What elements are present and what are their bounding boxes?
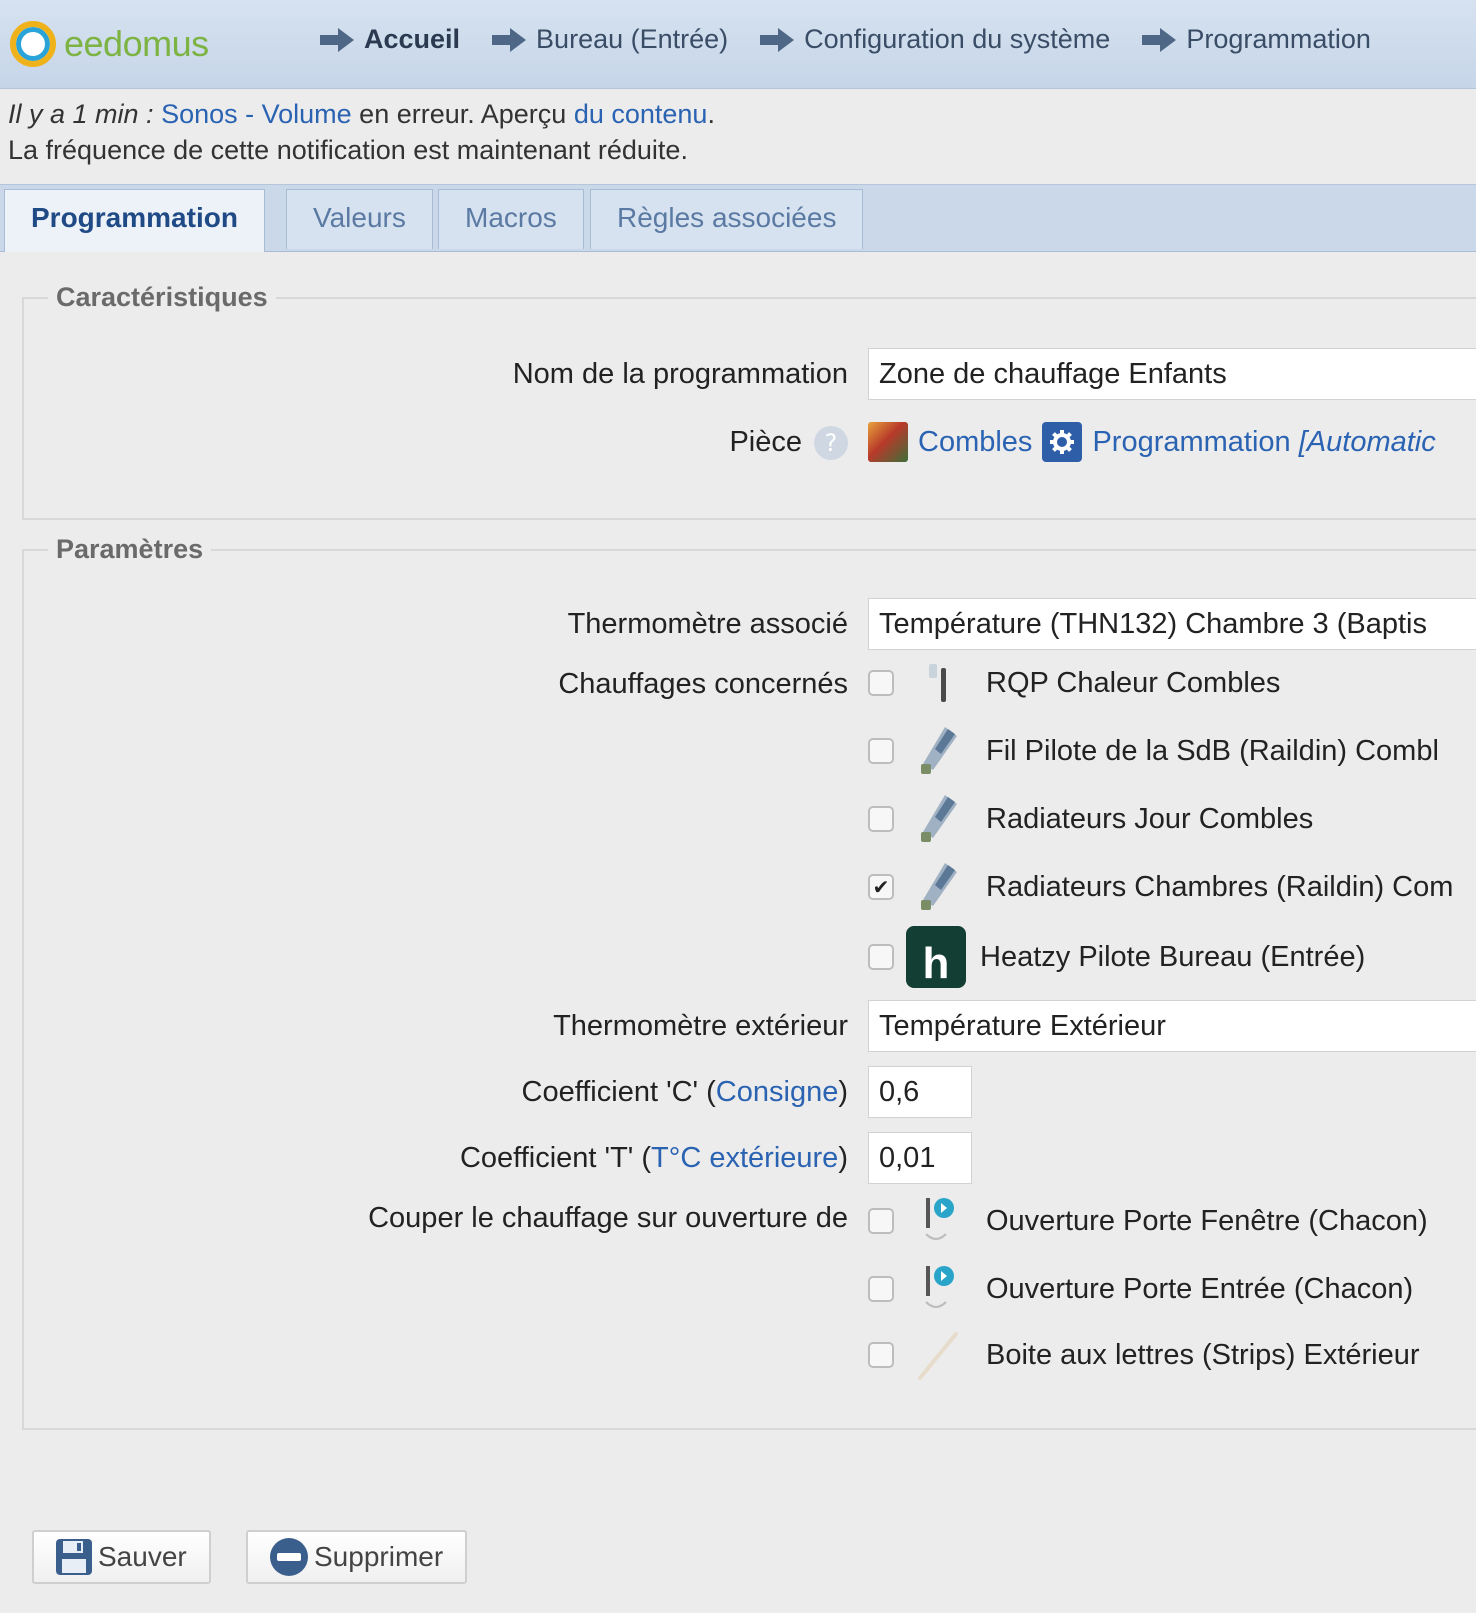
save-button[interactable]: Sauver bbox=[32, 1530, 211, 1584]
coef-c-input[interactable]: 0,6 bbox=[868, 1066, 972, 1118]
heater-option[interactable]: Fil Pilote de la SdB (Raildin) Combl bbox=[868, 724, 1439, 778]
heater-option[interactable]: RQP Chaleur Combles bbox=[868, 656, 1280, 710]
coef-t-input[interactable]: 0,01 bbox=[868, 1132, 972, 1184]
notification-status: en erreur. Aperçu bbox=[351, 99, 574, 129]
room-link[interactable]: Combles bbox=[918, 426, 1032, 459]
fil-pilote-icon bbox=[914, 792, 962, 846]
ext-thermometer-select[interactable]: Température Extérieur bbox=[868, 1000, 1476, 1052]
heater-option[interactable]: h Heatzy Pilote Bureau (Entrée) bbox=[868, 926, 1365, 988]
opening-option[interactable]: Boite aux lettres (Strips) Extérieur bbox=[868, 1328, 1420, 1382]
breadcrumb-item-configuration[interactable]: Configuration du système bbox=[758, 24, 1110, 55]
door-sensor-icon bbox=[914, 1194, 962, 1248]
heater-checkbox[interactable] bbox=[868, 670, 894, 696]
tab-bar: Programmation Valeurs Macros Règles asso… bbox=[0, 184, 1476, 253]
notification-message: Il y a 1 min : Sonos - Volume en erreur.… bbox=[8, 96, 715, 168]
minus-circle-icon bbox=[270, 1538, 308, 1576]
save-button-label: Sauver bbox=[98, 1541, 187, 1572]
caracteristiques-legend: Caractéristiques bbox=[56, 282, 268, 312]
logo-ring-icon bbox=[10, 21, 56, 67]
heater-option[interactable]: ✔ Radiateurs Chambres (Raildin) Com bbox=[868, 860, 1453, 914]
opening-checkbox[interactable] bbox=[868, 1276, 894, 1302]
notification-content-link[interactable]: du contenu bbox=[574, 99, 708, 129]
notification-device-link[interactable]: Sonos - Volume bbox=[161, 99, 352, 129]
program-name-input[interactable]: Zone de chauffage Enfants bbox=[868, 348, 1476, 400]
opening-label: Boite aux lettres (Strips) Extérieur bbox=[986, 1338, 1420, 1371]
room-type-link[interactable]: Programmation [Automatic bbox=[1092, 426, 1435, 459]
logo-text: eedomus bbox=[64, 23, 209, 64]
delete-button[interactable]: Supprimer bbox=[246, 1530, 468, 1584]
heaters-label: Chauffages concernés bbox=[558, 668, 848, 700]
door-sensor-icon bbox=[914, 1262, 962, 1316]
arrow-right-icon bbox=[1140, 27, 1178, 53]
notification-line-2: La fréquence de cette notification est m… bbox=[8, 135, 688, 165]
arrow-right-icon bbox=[318, 27, 356, 53]
parametres-legend: Paramètres bbox=[56, 534, 204, 564]
breadcrumb-item-programmation[interactable]: Programmation bbox=[1140, 24, 1371, 55]
ext-thermometer-label: Thermomètre extérieur bbox=[553, 1010, 848, 1042]
floppy-disk-icon bbox=[56, 1539, 92, 1575]
delete-button-label: Supprimer bbox=[314, 1541, 444, 1572]
heater-label: Radiateurs Jour Combles bbox=[986, 802, 1314, 835]
heater-checkbox[interactable] bbox=[868, 944, 894, 970]
temp-ext-link[interactable]: T°C extérieure bbox=[651, 1142, 838, 1174]
heater-option[interactable]: Radiateurs Jour Combles bbox=[868, 792, 1313, 846]
caracteristiques-section: Caractéristiques bbox=[22, 282, 1476, 520]
fil-pilote-icon bbox=[914, 724, 962, 778]
main-content: Caractéristiques Nom de la programmation… bbox=[0, 252, 1476, 1613]
breadcrumb-item-bureau[interactable]: Bureau (Entrée) bbox=[490, 24, 728, 55]
opening-label: Ouverture Porte Entrée (Chacon) bbox=[986, 1272, 1414, 1305]
tab-macros[interactable]: Macros bbox=[438, 189, 584, 249]
fil-pilote-icon bbox=[914, 860, 962, 914]
opening-option[interactable]: Ouverture Porte Entrée (Chacon) bbox=[868, 1262, 1413, 1316]
heater-checkbox[interactable] bbox=[868, 806, 894, 832]
strips-sensor-icon bbox=[914, 1328, 962, 1382]
coef-c-label: Coefficient 'C' (Consigne) bbox=[521, 1076, 848, 1108]
opening-option[interactable]: Ouverture Porte Fenêtre (Chacon) bbox=[868, 1194, 1428, 1248]
room-label: Pièce? bbox=[729, 426, 848, 461]
breadcrumb: Accueil Bureau (Entrée) Configuration du… bbox=[318, 24, 1401, 55]
arrow-right-icon bbox=[758, 27, 796, 53]
heater-label: RQP Chaleur Combles bbox=[986, 666, 1281, 699]
tab-regles-associees[interactable]: Règles associées bbox=[590, 189, 864, 249]
notification-time: Il y a 1 min : bbox=[8, 99, 154, 129]
heater-checkbox-checked[interactable]: ✔ bbox=[868, 874, 894, 900]
thermometer-select[interactable]: Température (THN132) Chambre 3 (Baptis bbox=[868, 598, 1476, 650]
heater-label: Radiateurs Chambres (Raildin) Com bbox=[986, 870, 1454, 903]
notification-line-1: Il y a 1 min : Sonos - Volume en erreur.… bbox=[8, 99, 715, 129]
arrow-right-icon bbox=[490, 27, 528, 53]
top-navigation-bar: eedomus Accueil Bureau (Entrée) Configur… bbox=[0, 0, 1476, 89]
heater-checkbox[interactable] bbox=[868, 738, 894, 764]
program-name-label: Nom de la programmation bbox=[512, 358, 848, 390]
opening-checkbox[interactable] bbox=[868, 1208, 894, 1234]
consigne-link[interactable]: Consigne bbox=[716, 1076, 839, 1108]
relay-switch-icon bbox=[914, 656, 962, 710]
heater-label: Heatzy Pilote Bureau (Entrée) bbox=[980, 940, 1366, 973]
help-icon[interactable]: ? bbox=[814, 426, 848, 461]
cut-heating-label: Couper le chauffage sur ouverture de bbox=[368, 1202, 848, 1234]
breadcrumb-item-accueil[interactable]: Accueil bbox=[318, 24, 460, 55]
heatzy-logo-icon: h bbox=[906, 926, 966, 988]
gear-icon bbox=[1042, 422, 1083, 462]
heater-label: Fil Pilote de la SdB (Raildin) Combl bbox=[986, 734, 1439, 767]
tab-programmation[interactable]: Programmation bbox=[4, 189, 265, 253]
coef-t-label: Coefficient 'T' (T°C extérieure) bbox=[459, 1142, 848, 1174]
tab-valeurs[interactable]: Valeurs bbox=[286, 189, 433, 249]
room-value: Combles Programmation [Automatic bbox=[868, 422, 1436, 462]
opening-checkbox[interactable] bbox=[868, 1342, 894, 1368]
opening-label: Ouverture Porte Fenêtre (Chacon) bbox=[986, 1204, 1428, 1237]
eedomus-logo[interactable]: eedomus bbox=[10, 14, 209, 74]
thermometer-label: Thermomètre associé bbox=[567, 608, 848, 640]
room-picture-icon bbox=[868, 422, 908, 462]
